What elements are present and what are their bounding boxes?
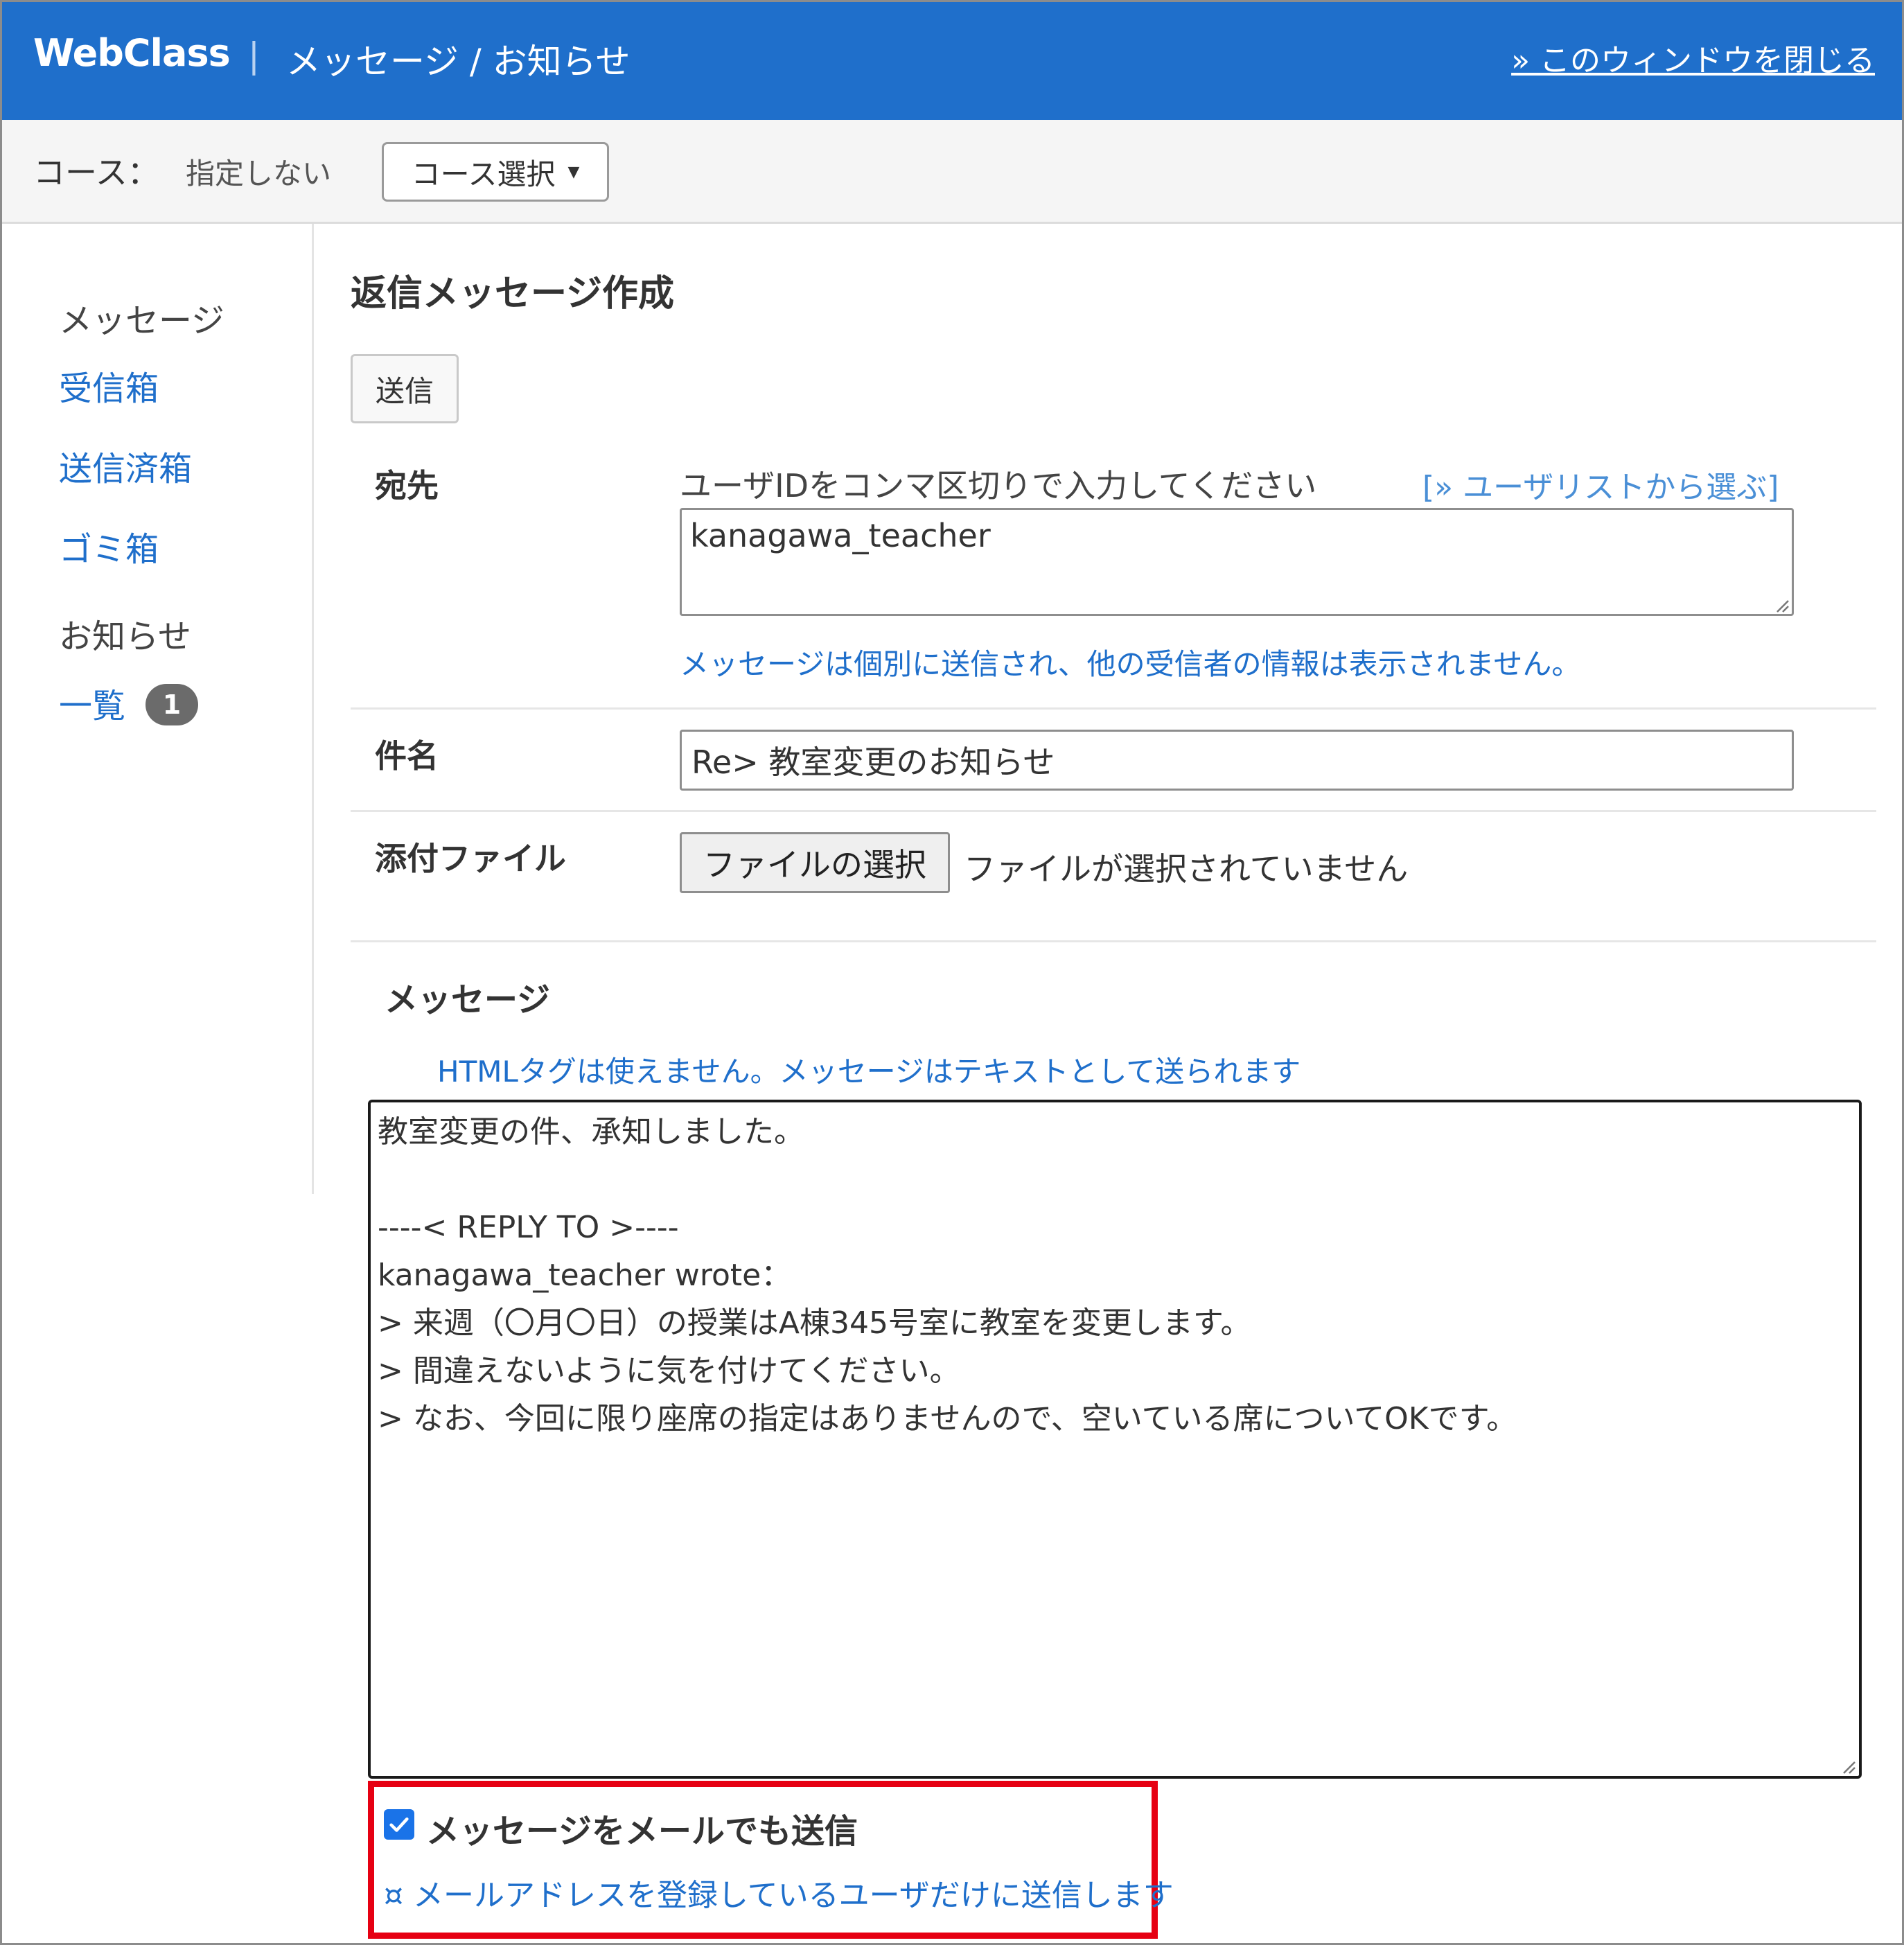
- attachment-label: 添付ファイル: [375, 840, 566, 877]
- email-checkbox-label[interactable]: メッセージをメールでも送信: [426, 1804, 858, 1852]
- sidebar-item-sent[interactable]: 送信済箱: [59, 441, 192, 490]
- header-separator: |: [248, 35, 260, 76]
- app-window: WebClass | メッセージ / お知らせ » このウィンドウを閉じる コー…: [0, 0, 1904, 1945]
- email-checkbox[interactable]: [384, 1809, 414, 1840]
- brand-logo: WebClass: [33, 31, 231, 75]
- divider: [351, 707, 1876, 710]
- sidebar-heading-notice: お知らせ: [59, 617, 192, 656]
- message-body-field[interactable]: 教室変更の件、承知しました。 ----< REPLY TO >---- kana…: [368, 1100, 1862, 1779]
- subject-label: 件名: [375, 737, 439, 775]
- resize-grip-icon[interactable]: [1840, 1758, 1856, 1775]
- choose-file-button[interactable]: ファイルの選択: [680, 832, 950, 893]
- close-window-link[interactable]: » このウィンドウを閉じる: [1511, 35, 1875, 80]
- sidebar-item-list[interactable]: 一覧: [59, 678, 125, 727]
- message-heading: メッセージ: [385, 980, 551, 1019]
- course-bar: コース： 指定しない コース選択 ▼: [2, 120, 1902, 224]
- message-hint: HTMLタグは使えません。メッセージはテキストとして送られます: [437, 1055, 1301, 1089]
- to-label: 宛先: [375, 467, 439, 504]
- header-title: メッセージ / お知らせ: [286, 42, 631, 82]
- file-status: ファイルが選択されていません: [964, 850, 1409, 888]
- header-bar: WebClass | メッセージ / お知らせ » このウィンドウを閉じる: [2, 2, 1902, 120]
- resize-grip-icon[interactable]: [1773, 597, 1790, 613]
- course-select-label: コース選択: [411, 157, 556, 191]
- sidebar-heading-message: メッセージ: [59, 301, 225, 340]
- course-value: 指定しない: [186, 157, 332, 191]
- recipient-field[interactable]: kanagawa_teacher: [680, 508, 1794, 616]
- email-note: ¤ メールアドレスを登録しているユーザだけに送信します: [384, 1878, 1174, 1913]
- sidebar-item-inbox[interactable]: 受信箱: [59, 361, 159, 410]
- course-label: コース：: [33, 154, 159, 191]
- subject-field[interactable]: [680, 730, 1794, 791]
- send-button[interactable]: 送信: [351, 354, 459, 423]
- checkmark-icon: [389, 1817, 409, 1832]
- user-list-link[interactable]: [» ユーザリストから選ぶ]: [1422, 462, 1779, 507]
- sidebar-item-trash[interactable]: ゴミ箱: [59, 522, 159, 570]
- divider: [351, 810, 1876, 812]
- caret-down-icon: ▼: [567, 163, 580, 181]
- unread-count-badge: 1: [146, 684, 198, 725]
- course-select-button[interactable]: コース選択 ▼: [382, 142, 609, 202]
- to-hint: ユーザIDをコンマ区切りで入力してください: [680, 467, 1317, 504]
- recipient-note: メッセージは個別に送信され、他の受信者の情報は表示されません。: [680, 647, 1581, 681]
- divider: [351, 940, 1876, 942]
- page-title: 返信メッセージ作成: [351, 273, 674, 315]
